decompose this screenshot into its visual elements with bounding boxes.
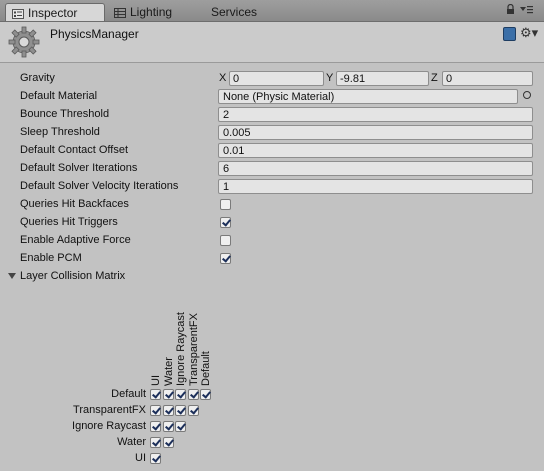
- enable-pcm-checkbox[interactable]: [220, 253, 231, 264]
- lighting-icon: [114, 7, 126, 18]
- foldout-arrow-icon[interactable]: [8, 273, 16, 279]
- hit-triggers-checkbox[interactable]: [220, 217, 231, 228]
- lock-icon[interactable]: [506, 3, 515, 18]
- gravity-row: Gravity X 0 Y -9.81 Z 0: [20, 70, 540, 87]
- layer-collision-matrix-foldout[interactable]: Layer Collision Matrix: [8, 268, 540, 285]
- solver-iterations-label: Default Solver Iterations: [20, 162, 138, 174]
- sleep-threshold-field[interactable]: 0.005: [218, 125, 533, 140]
- matrix-row-label: Ignore Raycast: [72, 420, 146, 432]
- gravity-x-field[interactable]: 0: [229, 71, 324, 86]
- matrix-column-label: Ignore Raycast: [175, 312, 187, 386]
- matrix-row-label: TransparentFX: [73, 404, 146, 416]
- sleep-threshold-label: Sleep Threshold: [20, 126, 100, 138]
- bounce-threshold-row: Bounce Threshold 2: [20, 106, 540, 123]
- hit-backfaces-label: Queries Hit Backfaces: [20, 198, 129, 210]
- gear-component-icon: [8, 26, 40, 58]
- matrix-collision-checkbox[interactable]: [187, 405, 199, 416]
- gravity-y-field[interactable]: -9.81: [336, 71, 429, 86]
- tab-services-label: Services: [211, 5, 258, 19]
- matrix-collision-checkbox[interactable]: [150, 389, 161, 400]
- sleep-threshold-row: Sleep Threshold 0.005: [20, 124, 540, 141]
- matrix-collision-checkbox[interactable]: [150, 421, 161, 432]
- solver-velocity-iterations-row: Default Solver Velocity Iterations 1: [20, 178, 540, 195]
- hit-triggers-row: Queries Hit Triggers: [20, 214, 540, 231]
- component-header: PhysicsManager ⚙▾: [0, 22, 544, 63]
- hit-backfaces-checkbox[interactable]: [220, 199, 231, 210]
- tab-inspector-label: Inspector: [28, 5, 78, 20]
- matrix-column-label: Default: [200, 351, 212, 386]
- hit-backfaces-row: Queries Hit Backfaces: [20, 196, 540, 213]
- info-icon: [12, 8, 24, 19]
- tab-lighting[interactable]: Lighting: [112, 3, 192, 21]
- contact-offset-label: Default Contact Offset: [20, 144, 129, 156]
- bounce-threshold-field[interactable]: 2: [218, 107, 533, 122]
- gravity-x-label[interactable]: X: [219, 72, 226, 84]
- solver-iterations-row: Default Solver Iterations 6: [20, 160, 540, 177]
- default-material-field[interactable]: None (Physic Material): [218, 89, 518, 104]
- gravity-z-label[interactable]: Z: [431, 72, 438, 84]
- solver-velocity-iterations-field[interactable]: 1: [218, 179, 533, 194]
- matrix-row-label: Water: [117, 436, 146, 448]
- matrix-collision-checkbox[interactable]: [162, 421, 174, 432]
- matrix-collision-checkbox[interactable]: [150, 437, 161, 448]
- contact-offset-field[interactable]: 0.01: [218, 143, 533, 158]
- matrix-collision-checkbox[interactable]: [175, 421, 186, 432]
- matrix-collision-checkbox[interactable]: [187, 389, 199, 400]
- matrix-collision-checkbox[interactable]: [175, 405, 186, 416]
- matrix-collision-checkbox[interactable]: [162, 437, 174, 448]
- matrix-collision-checkbox[interactable]: [162, 405, 174, 416]
- adaptive-force-row: Enable Adaptive Force: [20, 232, 540, 249]
- component-title: PhysicsManager: [50, 27, 139, 41]
- tab-services[interactable]: Services: [207, 3, 277, 21]
- help-book-icon[interactable]: [503, 27, 516, 41]
- hit-triggers-label: Queries Hit Triggers: [20, 216, 118, 228]
- bounce-threshold-label: Bounce Threshold: [20, 108, 110, 120]
- tab-bar: Inspector Lighting Services: [0, 0, 544, 22]
- matrix-row-label: Default: [111, 388, 146, 400]
- object-picker-icon[interactable]: [523, 91, 531, 99]
- matrix-column-label: TransparentFX: [187, 313, 200, 386]
- matrix-collision-checkbox[interactable]: [175, 389, 186, 400]
- default-material-label: Default Material: [20, 90, 98, 102]
- matrix-column-label: UI: [150, 375, 162, 386]
- matrix-collision-checkbox[interactable]: [200, 389, 211, 400]
- enable-pcm-label: Enable PCM: [20, 252, 82, 264]
- matrix-collision-checkbox[interactable]: [150, 405, 161, 416]
- gravity-z-field[interactable]: 0: [442, 71, 533, 86]
- contact-offset-row: Default Contact Offset 0.01: [20, 142, 540, 159]
- solver-iterations-field[interactable]: 6: [218, 161, 533, 176]
- matrix-row-label: UI: [135, 452, 146, 464]
- matrix-collision-checkbox[interactable]: [150, 453, 161, 464]
- solver-velocity-iterations-label: Default Solver Velocity Iterations: [20, 180, 179, 192]
- tab-lighting-label: Lighting: [130, 5, 173, 19]
- tab-menu-icon[interactable]: [519, 4, 533, 18]
- layer-collision-matrix-label: Layer Collision Matrix: [20, 270, 126, 282]
- tab-inspector[interactable]: Inspector: [5, 3, 105, 21]
- gravity-label: Gravity: [20, 72, 55, 84]
- enable-pcm-row: Enable PCM: [20, 250, 540, 267]
- settings-gear-icon[interactable]: ⚙▾: [520, 25, 538, 41]
- gravity-y-label[interactable]: Y: [326, 72, 333, 84]
- adaptive-force-checkbox[interactable]: [220, 235, 231, 246]
- adaptive-force-label: Enable Adaptive Force: [20, 234, 131, 246]
- default-material-row: Default Material None (Physic Material): [20, 88, 540, 105]
- matrix-collision-checkbox[interactable]: [162, 389, 174, 400]
- matrix-column-label: Water: [162, 357, 175, 386]
